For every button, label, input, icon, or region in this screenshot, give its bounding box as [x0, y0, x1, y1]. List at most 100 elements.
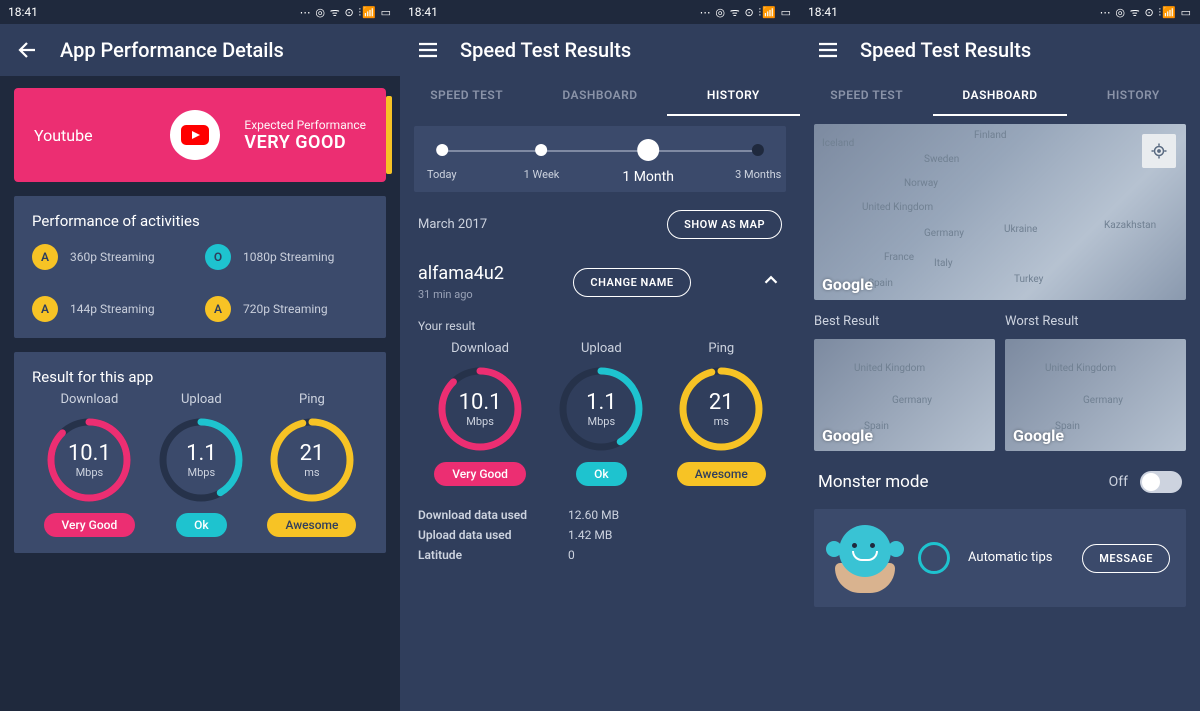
- header: Speed Test Results: [800, 24, 1200, 76]
- map-country-label: Norway: [904, 178, 938, 189]
- youtube-icon: [170, 110, 220, 160]
- worst-result-map[interactable]: United Kingdom Germany Spain Google: [1005, 339, 1186, 451]
- dashboard-map[interactable]: Iceland Finland Sweden Norway United Kin…: [814, 124, 1186, 300]
- timeline-stop-3months[interactable]: 3 Months: [735, 144, 781, 181]
- map-provider-logo: Google: [822, 275, 873, 294]
- entry-time: 31 min ago: [418, 288, 504, 301]
- detail-kv-list: Download data used12.60 MB Upload data u…: [400, 500, 800, 562]
- screen-history: 18:41 ⋯ ◎ ᯤ ⊙ ⫶📶 ▭ Speed Test Results SP…: [400, 0, 800, 711]
- screen-dashboard: 18:41 ⋯ ◎ ᯤ ⊙ ⫶📶 ▭ Speed Test Results SP…: [800, 0, 1200, 711]
- status-icons: ⋯ ◎ ᯤ ⊙ ⫶📶 ▭: [1100, 5, 1192, 20]
- map-country-label: Germany: [1083, 395, 1123, 406]
- rating-pill: Ok: [176, 513, 227, 537]
- screen-app-performance: 18:41 ⋯ ◎ ᯤ ⊙ ⫶📶 ▭ App Performance Detai…: [0, 0, 400, 711]
- ping-metric: Ping 21 ms Awesome: [677, 341, 766, 486]
- timeline-stop-today[interactable]: Today: [427, 144, 457, 181]
- tab-dashboard[interactable]: DASHBOARD: [933, 76, 1066, 116]
- upload-metric: Upload 1.1 Mbps Ok: [158, 392, 244, 537]
- activity-item: O1080p Streaming: [205, 244, 368, 270]
- rating-pill: Very Good: [434, 462, 526, 486]
- header: Speed Test Results: [400, 24, 800, 76]
- tab-history[interactable]: HISTORY: [1067, 76, 1200, 116]
- ping-ring-icon: 21 ms: [678, 366, 764, 452]
- month-label: March 2017: [418, 217, 487, 232]
- best-result-map[interactable]: United Kingdom Germany Spain Google: [814, 339, 995, 451]
- monster-mode-label: Monster mode: [818, 472, 928, 492]
- map-country-label: Sweden: [924, 154, 959, 165]
- worst-result-label: Worst Result: [1005, 314, 1186, 329]
- menu-button[interactable]: [816, 38, 840, 62]
- timeline-stop-1month[interactable]: 1 Month: [622, 144, 674, 185]
- monster-mode-toggle[interactable]: [1140, 471, 1182, 493]
- rating-pill: Awesome: [677, 462, 766, 486]
- kv-key: Upload data used: [418, 528, 568, 542]
- rating-pill: Ok: [576, 462, 627, 486]
- download-ring-icon: 10.1 Mbps: [437, 366, 523, 452]
- activity-item: A720p Streaming: [205, 296, 368, 322]
- page-title: Speed Test Results: [860, 38, 1031, 62]
- change-name-button[interactable]: CHANGE NAME: [573, 268, 690, 297]
- app-hero-card: Youtube Expected Performance VERY GOOD: [14, 88, 386, 182]
- activity-item: A 144p Streaming: [32, 296, 195, 322]
- metric-label: Upload: [181, 392, 222, 407]
- grade-badge: A: [32, 296, 58, 322]
- upload-ring-icon: 1.1 Mbps: [158, 417, 244, 503]
- entry-name: alfama4u2: [418, 263, 504, 284]
- tip-text: Automatic tips: [968, 550, 1064, 566]
- page-title: App Performance Details: [60, 38, 284, 62]
- kv-val: 1.42 MB: [568, 528, 782, 542]
- expected-performance: Expected Performance VERY GOOD: [244, 118, 366, 153]
- entry-header: alfama4u2 31 min ago CHANGE NAME: [418, 263, 782, 301]
- back-button[interactable]: [16, 38, 40, 62]
- timeline-track: [438, 150, 762, 152]
- result-title: Result for this app: [32, 368, 368, 386]
- map-country-label: Germany: [924, 228, 964, 239]
- metrics-row: Download 10.1 Mbps Very Good Upload 1.1 …: [32, 392, 368, 537]
- kv-key: Download data used: [418, 508, 568, 522]
- map-country-label: France: [884, 252, 914, 263]
- best-result-col: Best Result United Kingdom Germany Spain…: [814, 314, 995, 451]
- metric-label: Download: [60, 392, 118, 407]
- page-body: Youtube Expected Performance VERY GOOD P…: [0, 76, 400, 711]
- expected-value: VERY GOOD: [244, 132, 366, 153]
- metric-label: Download: [451, 341, 509, 356]
- download-metric: Download 10.1 Mbps Very Good: [434, 341, 526, 486]
- status-bar: 18:41 ⋯ ◎ ᯤ ⊙ ⫶📶 ▭: [400, 0, 800, 24]
- rating-pill: Awesome: [267, 513, 356, 537]
- expected-label: Expected Performance: [244, 118, 366, 132]
- ping-ring-icon: 21 ms: [269, 417, 355, 503]
- tab-speed-test[interactable]: SPEED TEST: [400, 76, 533, 116]
- tab-speed-test[interactable]: SPEED TEST: [800, 76, 933, 116]
- upload-ring-icon: 1.1 Mbps: [558, 366, 644, 452]
- result-panel: Result for this app Download 10.1 Mbps V…: [14, 352, 386, 553]
- map-provider-logo: Google: [822, 426, 873, 445]
- menu-button[interactable]: [416, 38, 440, 62]
- message-button[interactable]: MESSAGE: [1082, 544, 1170, 573]
- kv-val: 12.60 MB: [568, 508, 782, 522]
- my-location-button[interactable]: [1142, 134, 1176, 168]
- map-country-label: Iceland: [822, 138, 854, 149]
- timeline-stop-1week[interactable]: 1 Week: [524, 144, 560, 181]
- activities-grid: A 360p Streaming O1080p Streaming A 144p S…: [32, 244, 368, 322]
- collapse-chevron-icon[interactable]: [760, 269, 782, 295]
- timeline-slider[interactable]: Today 1 Week 1 Month 3 Months: [428, 144, 772, 178]
- result-entry: alfama4u2 31 min ago CHANGE NAME Your re…: [400, 249, 800, 500]
- best-result-label: Best Result: [814, 314, 995, 329]
- map-provider-logo: Google: [1013, 426, 1064, 445]
- timeline-card: Today 1 Week 1 Month 3 Months: [414, 126, 786, 192]
- show-as-map-button[interactable]: SHOW AS MAP: [667, 210, 782, 239]
- map-country-label: Kazakhstan: [1104, 220, 1156, 231]
- metric-label: Upload: [581, 341, 622, 356]
- activity-label: 360p Streaming: [70, 250, 155, 264]
- header: App Performance Details: [0, 24, 400, 76]
- tab-dashboard[interactable]: DASHBOARD: [533, 76, 666, 116]
- tip-ring-icon: [918, 542, 950, 574]
- activity-label: 144p Streaming: [70, 302, 155, 316]
- tab-bar: SPEED TEST DASHBOARD HISTORY: [800, 76, 1200, 116]
- tab-history[interactable]: HISTORY: [667, 76, 800, 116]
- page-title: Speed Test Results: [460, 38, 631, 62]
- worst-result-col: Worst Result United Kingdom Germany Spai…: [1005, 314, 1186, 451]
- activities-title: Performance of activities: [32, 212, 368, 230]
- activity-label: 720p Streaming: [243, 302, 328, 316]
- status-time: 18:41: [8, 5, 38, 19]
